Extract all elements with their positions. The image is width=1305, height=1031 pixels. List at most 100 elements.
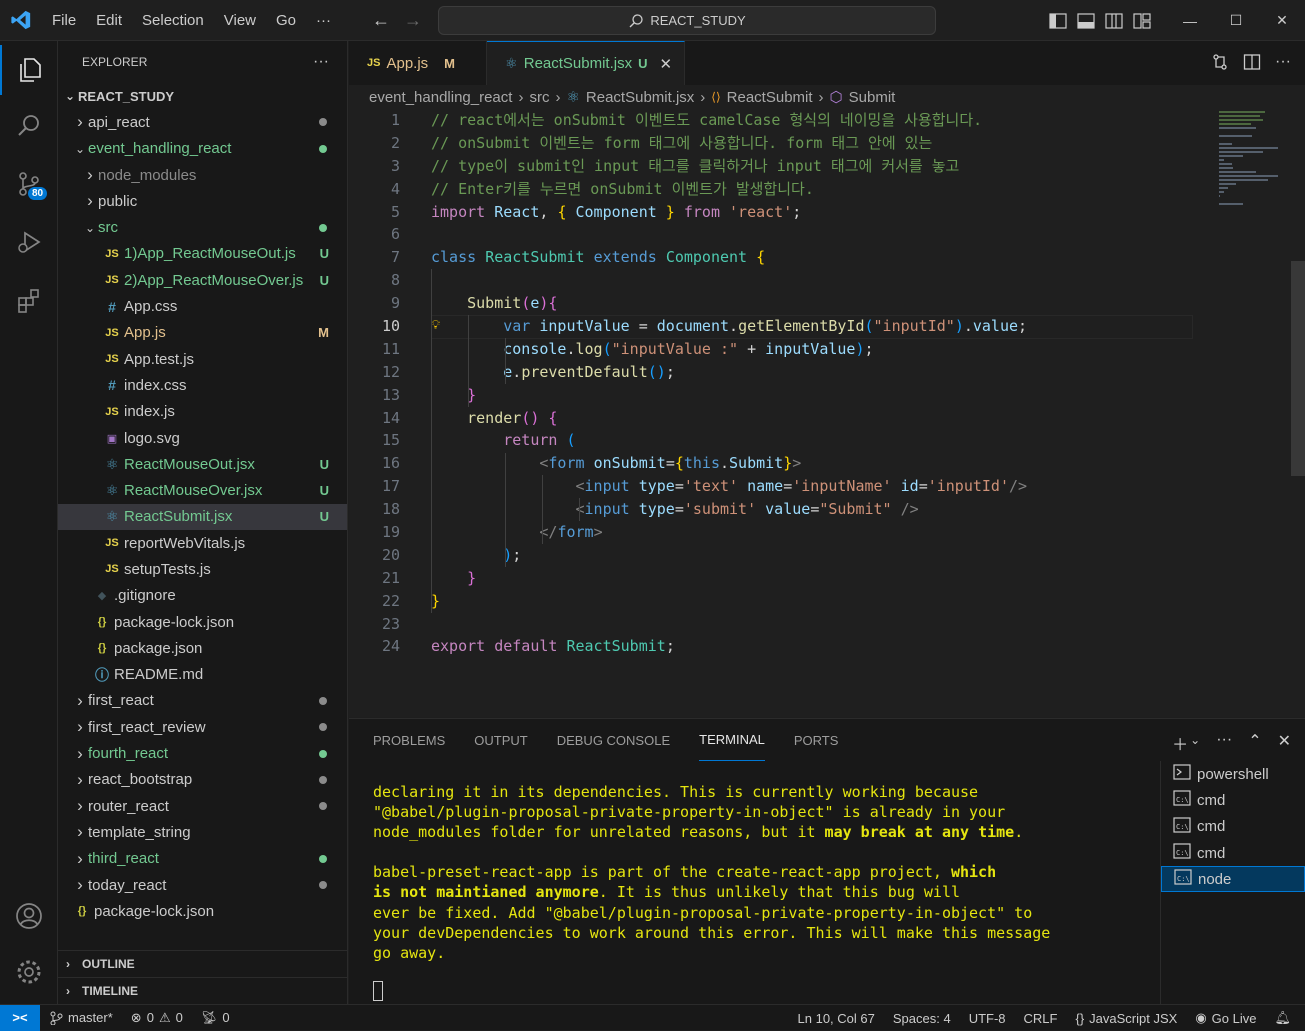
more-menu-icon[interactable]: ··· <box>306 0 341 41</box>
folder-item[interactable]: › today_react <box>58 872 347 898</box>
file-item[interactable]: {} package-lock.json <box>58 898 347 924</box>
source-control-icon[interactable] <box>0 159 58 209</box>
file-item[interactable]: {} package.json <box>58 635 347 661</box>
folder-item[interactable]: ⌄ event_handling_react <box>58 136 347 162</box>
terminal-instance[interactable]: C:\ node <box>1161 866 1305 893</box>
breadcrumb-item[interactable]: ReactSubmit.jsx <box>586 89 694 106</box>
folder-item[interactable]: › router_react <box>58 793 347 819</box>
maximize-panel-icon[interactable]: ⌃ <box>1248 731 1261 755</box>
tab-ports[interactable]: PORTS <box>794 719 839 761</box>
file-item[interactable]: # App.css <box>58 293 347 319</box>
breadcrumb-item[interactable]: event_handling_react <box>369 89 512 106</box>
breadcrumb-item[interactable]: ReactSubmit <box>727 89 813 106</box>
editor-scrollbar[interactable] <box>1291 261 1305 476</box>
lightbulb-icon[interactable]: 💡︎ <box>431 315 440 338</box>
tab-react-submit-jsx[interactable]: ⚛ ReactSubmit.jsx U ✕ <box>487 41 686 85</box>
menu-item-view[interactable]: View <box>214 0 266 41</box>
file-item[interactable]: JS index.js <box>58 399 347 425</box>
outline-section[interactable]: › OUTLINE <box>58 950 348 976</box>
menu-item-go[interactable]: Go <box>266 0 306 41</box>
go-live[interactable]: ◉ Go Live <box>1186 1010 1265 1026</box>
extensions-icon[interactable] <box>0 275 58 325</box>
breadcrumb-item[interactable]: src <box>529 89 549 106</box>
run-debug-icon[interactable] <box>0 217 58 267</box>
more-actions-icon[interactable]: ··· <box>313 53 329 71</box>
cursor-position[interactable]: Ln 10, Col 67 <box>789 1011 884 1026</box>
tab-problems[interactable]: PROBLEMS <box>373 719 445 761</box>
command-center-search[interactable]: REACT_STUDY <box>438 6 936 35</box>
customize-layout-icon[interactable] <box>1131 10 1153 32</box>
tab-terminal[interactable]: TERMINAL <box>699 719 765 761</box>
folder-item[interactable]: › template_string <box>58 819 347 845</box>
more-actions-icon[interactable]: ··· <box>1216 731 1232 755</box>
folder-item[interactable]: › third_react <box>58 846 347 872</box>
file-item[interactable]: JS reportWebVitals.js <box>58 530 347 556</box>
toggle-panel-icon[interactable] <box>1075 10 1097 32</box>
indentation[interactable]: Spaces: 4 <box>884 1011 960 1026</box>
search-view-icon[interactable] <box>0 101 58 151</box>
folder-item[interactable]: › api_react <box>58 109 347 135</box>
folder-item[interactable]: › first_react <box>58 688 347 714</box>
line-ending[interactable]: CRLF <box>1015 1011 1067 1026</box>
folder-item[interactable]: › first_react_review <box>58 714 347 740</box>
folder-item[interactable]: › node_modules <box>58 162 347 188</box>
minimize-icon[interactable]: — <box>1167 0 1213 41</box>
file-item[interactable]: ⚛ ReactMouseOut.jsx U <box>58 451 347 477</box>
chevron-down-icon[interactable]: ⌄ <box>1190 731 1200 755</box>
maximize-icon[interactable]: ☐ <box>1213 0 1259 41</box>
folder-item[interactable]: ⌄ src <box>58 214 347 240</box>
close-panel-icon[interactable]: ✕ <box>1278 731 1291 755</box>
new-terminal-icon[interactable]: ＋ <box>1172 731 1188 755</box>
language-mode[interactable]: {} JavaScript JSX <box>1066 1011 1186 1026</box>
forward-arrow-icon[interactable]: → <box>404 10 422 31</box>
menu-item-file[interactable]: File <box>42 0 86 41</box>
file-item[interactable]: {} package-lock.json <box>58 609 347 635</box>
back-arrow-icon[interactable]: ← <box>372 10 390 31</box>
workspace-root[interactable]: ⌄ REACT_STUDY <box>58 83 347 109</box>
file-item[interactable]: ◆ .gitignore <box>58 583 347 609</box>
file-item[interactable]: ⚛ ReactSubmit.jsx U <box>58 503 347 531</box>
remote-indicator[interactable]: >< <box>0 1004 40 1031</box>
breadcrumb-item[interactable]: Submit <box>849 89 896 106</box>
file-item[interactable]: ⚛ ReactMouseOver.jsx U <box>58 477 347 503</box>
encoding[interactable]: UTF-8 <box>960 1011 1015 1026</box>
file-item[interactable]: JS setupTests.js <box>58 556 347 582</box>
menu-item-selection[interactable]: Selection <box>132 0 214 41</box>
tab-app-js[interactable]: JS App.js M <box>349 41 488 85</box>
open-changes-icon[interactable] <box>1211 53 1229 74</box>
more-actions-icon[interactable]: ··· <box>1275 53 1291 74</box>
file-item[interactable]: JS App.js M <box>58 320 347 346</box>
tab-debug-console[interactable]: DEBUG CONSOLE <box>557 719 670 761</box>
toggle-primary-sidebar-icon[interactable] <box>1047 10 1069 32</box>
ports-indicator[interactable]: 📡︎ 0 <box>192 1010 239 1026</box>
file-item[interactable]: ▣ logo.svg <box>58 425 347 451</box>
close-window-icon[interactable]: ✕ <box>1259 0 1305 41</box>
file-item[interactable]: JS App.test.js <box>58 346 347 372</box>
timeline-section[interactable]: › TIMELINE <box>58 977 348 1003</box>
explorer-icon[interactable] <box>0 45 58 95</box>
folder-item[interactable]: › react_bootstrap <box>58 767 347 793</box>
problems-indicator[interactable]: ⊗ 0 ⚠ 0 <box>122 1010 192 1026</box>
file-item[interactable]: ⓘ README.md <box>58 662 347 688</box>
terminal-output[interactable]: declaring it in its dependencies. This i… <box>373 782 1050 963</box>
terminal-instance[interactable]: C:\ cmd <box>1161 787 1305 813</box>
toggle-secondary-sidebar-icon[interactable] <box>1103 10 1125 32</box>
folder-item[interactable]: › fourth_react <box>58 740 347 766</box>
terminal-instance[interactable]: C:\ cmd <box>1161 814 1305 840</box>
file-item[interactable]: JS 1)App_ReactMouseOut.js U <box>58 241 347 267</box>
terminal-instance[interactable]: C:\ cmd <box>1161 840 1305 866</box>
terminal-instance[interactable]: powershell <box>1161 761 1305 787</box>
notifications-bell-icon[interactable]: 🔔︎ <box>1265 1010 1305 1026</box>
tab-output[interactable]: OUTPUT <box>474 719 527 761</box>
manage-gear-icon[interactable] <box>0 947 58 997</box>
code-editor[interactable]: 1 // react에서는 onSubmit 이벤트도 camelCase 형식의… <box>349 109 1289 658</box>
split-editor-icon[interactable] <box>1243 53 1261 74</box>
git-branch[interactable]: master* <box>40 1010 122 1025</box>
minimap[interactable] <box>1219 109 1289 205</box>
folder-item[interactable]: › public <box>58 188 347 214</box>
file-item[interactable]: # index.css <box>58 372 347 398</box>
close-tab-icon[interactable]: ✕ <box>660 55 673 73</box>
accounts-icon[interactable] <box>0 891 58 941</box>
menu-item-edit[interactable]: Edit <box>86 0 132 41</box>
file-item[interactable]: JS 2)App_ReactMouseOver.js U <box>58 267 347 293</box>
